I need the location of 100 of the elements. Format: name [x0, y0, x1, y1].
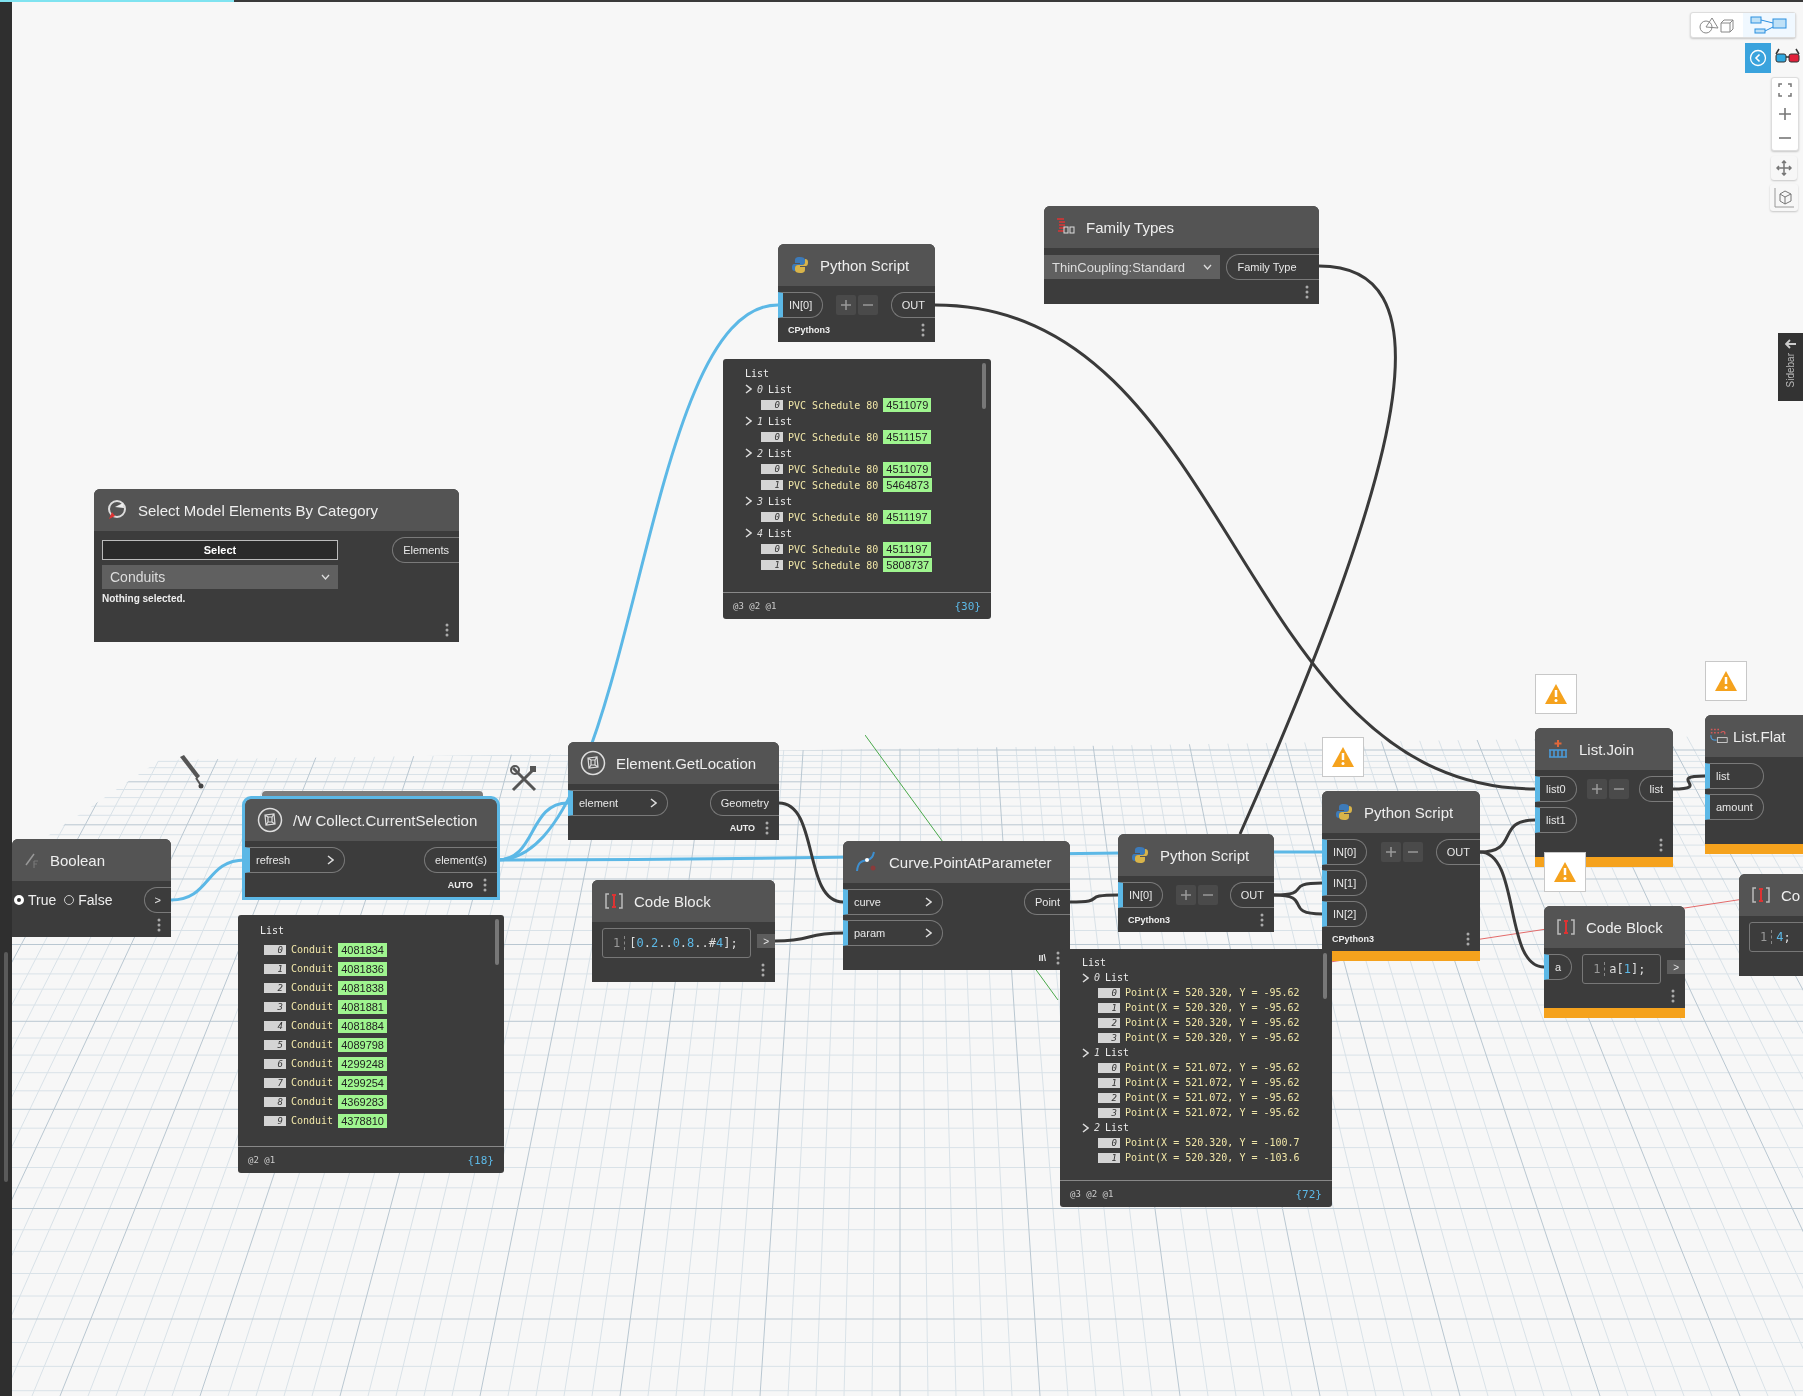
more-icon[interactable]	[483, 878, 487, 892]
list-label: List	[768, 527, 793, 539]
tools-icon[interactable]	[510, 765, 538, 793]
zoom-in-button[interactable]	[1778, 107, 1792, 121]
node[interactable]: Co 1 4;	[1739, 874, 1803, 976]
more-icon[interactable]	[921, 323, 925, 337]
node-header[interactable]: Python Script	[778, 244, 935, 286]
node-header[interactable]: Python Script	[1322, 791, 1480, 833]
list-index: 3	[264, 1001, 286, 1012]
fit-icon	[1778, 83, 1792, 97]
scrollbar[interactable]	[495, 919, 499, 965]
list-label: List	[768, 495, 793, 507]
list-levels: @3 @2 @1	[1070, 1189, 1114, 1199]
code-block-icon	[1751, 886, 1771, 904]
remove-input-button[interactable]	[1608, 779, 1629, 799]
eyedropper-icon[interactable]	[178, 754, 206, 790]
scrollbar[interactable]	[982, 363, 986, 409]
code-block-icon	[1556, 918, 1576, 936]
list-flatten-icon	[1709, 727, 1729, 745]
list-index: 0	[757, 383, 764, 395]
more-icon[interactable]	[1671, 989, 1675, 1003]
chevron-icon	[1082, 972, 1089, 983]
node-header[interactable]: Element.GetLocation	[568, 742, 779, 784]
back-icon	[1749, 49, 1767, 67]
item-label: Conduit	[291, 1077, 334, 1088]
node-header[interactable]: List.Join	[1535, 728, 1673, 770]
node[interactable]: Code Block 1 [0.2..0.8..#4]; >	[592, 880, 775, 982]
node-title: Python Script	[1364, 803, 1454, 821]
remove-input-button[interactable]	[1402, 842, 1423, 862]
chevron-icon	[1082, 1122, 1089, 1133]
3d-glasses-icon[interactable]	[1775, 48, 1800, 64]
node[interactable]: Curve.PointAtParameter curve param Point II\	[843, 841, 1070, 970]
code-line: 4;	[1775, 930, 1792, 944]
warning-bubble[interactable]	[1322, 737, 1364, 777]
more-icon[interactable]	[1056, 951, 1060, 965]
code-editor[interactable]: 1 a[1];	[1582, 954, 1662, 984]
chevron-icon	[650, 798, 657, 808]
list-index: 7	[264, 1077, 286, 1088]
node-header[interactable]: Boolean	[12, 839, 171, 881]
list-index: 1	[1094, 1047, 1101, 1058]
add-input-button[interactable]	[1175, 885, 1196, 905]
scrollbar[interactable]	[1323, 953, 1327, 999]
element-id: 4511079	[883, 398, 932, 412]
remove-input-button[interactable]	[1197, 885, 1218, 905]
chevron-icon	[745, 384, 752, 394]
code-editor[interactable]: 1 4;	[1749, 922, 1803, 952]
more-icon[interactable]	[1659, 838, 1663, 852]
node-header[interactable]: Python Script	[1118, 834, 1274, 876]
list-index: 0	[761, 512, 783, 522]
category-dropdown[interactable]: Conduits	[102, 565, 338, 589]
wire	[1672, 774, 1706, 791]
item-label: PVC Schedule 80	[788, 559, 879, 571]
node-title: Family Types	[1086, 218, 1175, 236]
more-icon[interactable]	[1260, 913, 1264, 927]
node-header[interactable]: Co	[1739, 874, 1803, 916]
node[interactable]: Select Model Elements By Category Select Conduits Elements Nothing selected.	[94, 489, 459, 642]
node[interactable]: /W Collect.CurrentSelection refresh element(s) AUTO	[245, 799, 497, 897]
node-header[interactable]: Family Types	[1044, 206, 1319, 248]
more-icon[interactable]	[765, 821, 769, 835]
node[interactable]: Python Script IN[0] OUT CPython3	[778, 244, 935, 342]
list-label: List	[1105, 972, 1130, 983]
node[interactable]: Boolean True False >	[12, 839, 171, 937]
node-header[interactable]: Curve.PointAtParameter	[843, 841, 1070, 883]
node-header[interactable]: Code Block	[592, 880, 775, 922]
more-icon[interactable]	[157, 918, 161, 932]
more-icon[interactable]	[1305, 285, 1309, 299]
code-editor[interactable]: 1 [0.2..0.8..#4];	[602, 928, 752, 958]
node-header[interactable]: /W Collect.CurrentSelection	[245, 799, 497, 841]
warning-bubble[interactable]	[1705, 661, 1747, 701]
zoom-to-fit-button[interactable]	[1778, 83, 1792, 97]
select-button[interactable]: Select	[102, 540, 338, 560]
element-id: 4299248	[338, 1056, 387, 1071]
status-text: Nothing selected.	[101, 592, 187, 604]
remove-input-button[interactable]	[858, 295, 878, 315]
view-toggle[interactable]	[1690, 12, 1796, 38]
more-icon[interactable]	[761, 963, 765, 977]
add-input-button[interactable]	[1586, 779, 1607, 799]
family-type-dropdown[interactable]: ThinCoupling:Standard	[1044, 255, 1221, 279]
node-header[interactable]: Code Block	[1544, 906, 1685, 948]
node-title: Co	[1781, 886, 1801, 904]
output-port[interactable]: >	[757, 934, 775, 948]
list-label: List	[768, 415, 793, 427]
node-header[interactable]: Select Model Elements By Category	[94, 489, 459, 531]
add-input-button[interactable]	[1380, 842, 1401, 862]
node[interactable]: Element.GetLocation element Geometry AUTO	[568, 742, 779, 840]
node[interactable]: Python Script IN[0] OUT CPython3	[1118, 834, 1274, 932]
radio-option[interactable]: False	[64, 892, 113, 908]
more-icon[interactable]	[1466, 932, 1470, 946]
warning-bubble[interactable]	[1544, 852, 1586, 892]
warning-bubble[interactable]	[1535, 674, 1577, 714]
graph-view-button[interactable]	[1743, 13, 1795, 37]
node-footer-label: CPython3	[1128, 915, 1170, 925]
add-input-button[interactable]	[836, 295, 856, 315]
sidebar-tab[interactable]: Sidebar	[1778, 333, 1803, 401]
output-port[interactable]: >	[1667, 960, 1685, 974]
scrollbar[interactable]	[4, 952, 8, 1182]
node[interactable]: Family Types ThinCoupling:Standard Family Type	[1044, 206, 1319, 304]
node-header[interactable]: List.Flat	[1705, 715, 1803, 757]
more-icon[interactable]	[445, 623, 449, 637]
item-label: Point(X = 520.320, Y = -103.6	[1125, 1152, 1300, 1163]
